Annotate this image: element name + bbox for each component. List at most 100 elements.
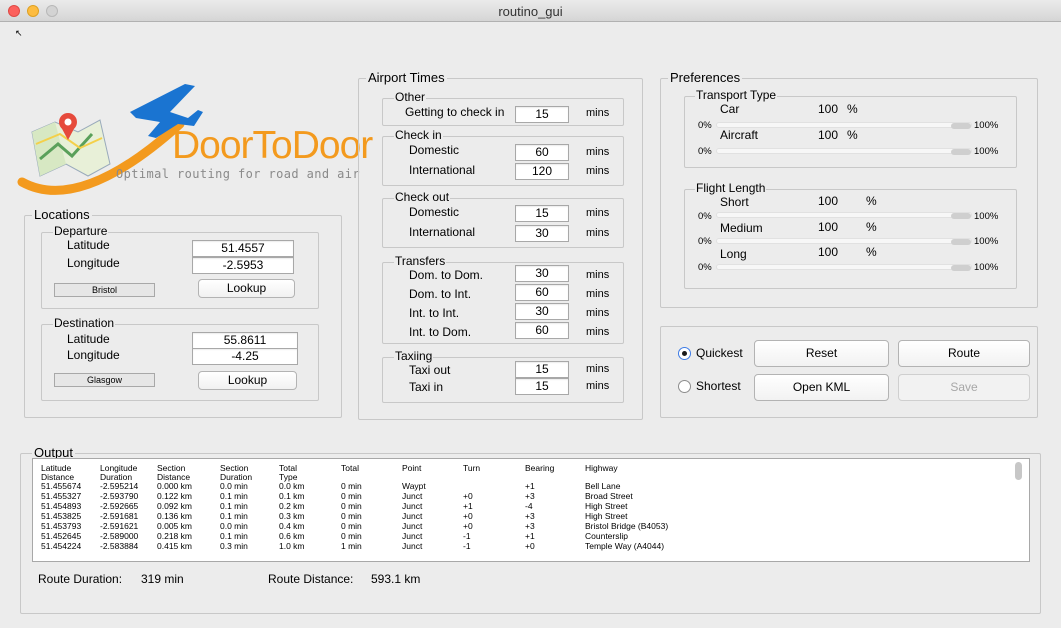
output-cell: Turn (463, 463, 481, 473)
checkout-international-field[interactable]: 30 (515, 225, 569, 242)
short-slider[interactable] (716, 212, 972, 219)
aircraft-slider-thumb[interactable] (951, 149, 971, 155)
medium-slider[interactable] (716, 238, 972, 245)
checkin-domestic-label: Domestic (409, 143, 460, 157)
route-distance-label: Route Distance: (268, 572, 354, 586)
reset-button[interactable]: Reset (754, 340, 889, 367)
output-cell: 1 min (341, 541, 362, 551)
long-label: Long (720, 247, 747, 261)
open-kml-button[interactable]: Open KML (754, 374, 889, 401)
medium-slider-thumb[interactable] (951, 239, 971, 245)
getting-to-checkin-field[interactable]: 15 (515, 106, 569, 123)
output-cell: Total (341, 463, 359, 473)
output-list[interactable]: Latitude Longitude Section Section Total Tota… (32, 458, 1030, 562)
route-distance-value: 593.1 km (371, 572, 421, 586)
departure-latitude-label: Latitude (67, 238, 110, 252)
destination-longitude-field[interactable]: -4.25 (192, 348, 298, 365)
output-cell: Temple Way (A4044) (585, 541, 665, 551)
output-scrollbar[interactable] (1015, 462, 1022, 480)
destination-latitude-label: Latitude (67, 332, 110, 346)
car-label: Car (720, 102, 740, 116)
transfer-int-int-label: Int. to Int. (409, 306, 460, 320)
checkout-domestic-field[interactable]: 15 (515, 205, 569, 222)
checkout-title: Check out (394, 190, 451, 204)
checkin-international-field[interactable]: 120 (515, 163, 569, 180)
route-duration-label: Route Duration: (38, 572, 123, 586)
taxi-in-field[interactable]: 15 (515, 378, 569, 395)
output-cell: 0.000 km (157, 481, 192, 491)
output-cell: 0.3 km (279, 511, 305, 521)
aircraft-label: Aircraft (720, 128, 759, 142)
departure-lookup-button[interactable]: Lookup (198, 279, 295, 298)
output-cell: Junct (402, 501, 423, 511)
destination-title: Destination (53, 316, 116, 330)
output-cell: Highway (585, 463, 618, 473)
output-cell: High Street (585, 501, 628, 511)
output-cell: Counterslip (585, 531, 628, 541)
transfer-dom-dom-field[interactable]: 30 (515, 265, 569, 282)
short-max-label: 100% (974, 211, 999, 222)
output-data-row: 51.455674 -2.595214 0.000 km 0.0 min 0.0 km 0… (33, 482, 1023, 491)
output-cell: Bearing (525, 463, 555, 473)
logo-tagline: Optimal routing for road and air (116, 167, 360, 181)
output-cell: +3 (525, 521, 535, 531)
taxi-in-unit: mins (586, 380, 610, 392)
map-icon (31, 113, 111, 177)
taxi-out-field[interactable]: 15 (515, 361, 569, 378)
output-cell: 0.4 km (279, 521, 305, 531)
getting-to-checkin-unit: mins (586, 107, 610, 119)
logo-name: DoorToDoor (172, 124, 373, 167)
aircraft-min-label: 0% (698, 146, 712, 157)
output-cell: 0.0 min (220, 521, 248, 531)
departure-longitude-field[interactable]: -2.5953 (192, 257, 294, 274)
pointer-tool-icon[interactable]: ↖ (15, 28, 23, 39)
departure-longitude-label: Longitude (67, 256, 120, 270)
car-min-label: 0% (698, 120, 712, 131)
output-cell: 51.453793 (41, 521, 82, 531)
output-cell: 51.455327 (41, 491, 82, 501)
checkout-international-label: International (409, 225, 476, 239)
car-unit: % (847, 102, 858, 116)
output-cell: 0.136 km (157, 511, 192, 521)
transfer-int-int-field[interactable]: 30 (515, 303, 569, 320)
long-slider-thumb[interactable] (951, 265, 971, 271)
aircraft-slider[interactable] (716, 148, 972, 155)
output-data-row: 51.453825 -2.591681 0.136 km 0.1 min 0.3 km 0… (33, 512, 1023, 521)
output-data-row: 51.454893 -2.592665 0.092 km 0.1 min 0.2 km 0… (33, 502, 1023, 511)
output-cell: 0 min (341, 521, 362, 531)
aircraft-max-label: 100% (974, 146, 999, 157)
output-cell: +1 (525, 531, 535, 541)
checkin-domestic-field[interactable]: 60 (515, 144, 569, 161)
output-cell: Junct (402, 511, 423, 521)
quickest-label[interactable]: Quickest (696, 346, 743, 360)
long-unit: % (866, 245, 877, 259)
route-button[interactable]: Route (898, 340, 1030, 367)
shortest-label[interactable]: Shortest (696, 379, 741, 393)
output-cell: 0.092 km (157, 501, 192, 511)
output-data-row: 51.454224 -2.583884 0.415 km 0.3 min 1.0 km 1… (33, 542, 1023, 551)
long-slider[interactable] (716, 264, 972, 271)
route-duration-value: 319 min (141, 572, 184, 586)
output-cell: Bell Lane (585, 481, 621, 491)
output-cell: 0 min (341, 531, 362, 541)
output-cell: -1 (463, 531, 471, 541)
output-cell: Broad Street (585, 491, 633, 501)
departure-latitude-field[interactable]: 51.4557 (192, 240, 294, 257)
output-cell: 0.3 min (220, 541, 248, 551)
shortest-radio[interactable] (678, 380, 691, 393)
output-cell: 0.1 min (220, 491, 248, 501)
quickest-radio[interactable] (678, 347, 691, 360)
transfer-int-int-unit: mins (586, 307, 610, 319)
destination-latitude-field[interactable]: 55.8611 (192, 332, 298, 349)
output-cell: -2.593790 (100, 491, 139, 501)
output-cell: 0.122 km (157, 491, 192, 501)
destination-lookup-button[interactable]: Lookup (198, 371, 297, 390)
transfer-dom-dom-label: Dom. to Dom. (409, 268, 484, 282)
short-slider-thumb[interactable] (951, 213, 971, 219)
save-button[interactable]: Save (898, 374, 1030, 401)
aircraft-unit: % (847, 128, 858, 142)
medium-max-label: 100% (974, 236, 999, 247)
transfer-int-dom-field[interactable]: 60 (515, 322, 569, 339)
car-slider-thumb[interactable] (951, 123, 971, 129)
transfer-dom-int-field[interactable]: 60 (515, 284, 569, 301)
